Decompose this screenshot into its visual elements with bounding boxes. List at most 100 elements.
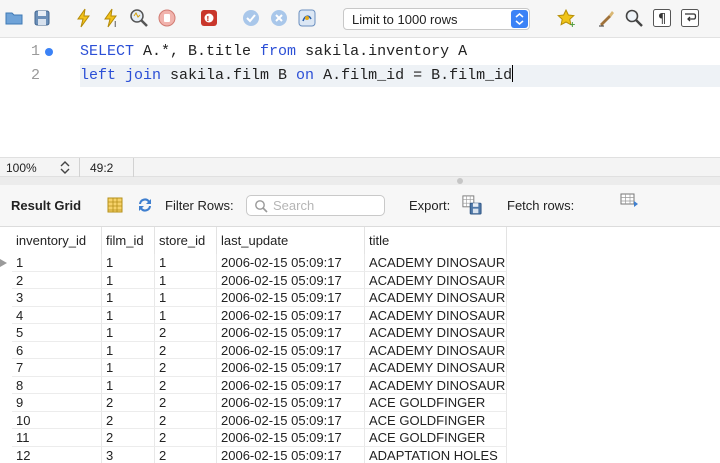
- cell-inventory-id[interactable]: 7: [12, 359, 102, 377]
- table-row[interactable]: 10 2 2 2006-02-15 05:09:17 ACE GOLDFINGER: [0, 411, 720, 429]
- refresh-icon[interactable]: [135, 195, 155, 215]
- table-row[interactable]: 6 1 2 2006-02-15 05:09:17 ACADEMY DINOSAUR: [0, 341, 720, 359]
- table-row[interactable]: 7 1 2 2006-02-15 05:09:17 ACADEMY DINOSAUR: [0, 359, 720, 377]
- cell-film-id[interactable]: 1: [102, 324, 155, 342]
- cell-last-update[interactable]: 2006-02-15 05:09:17: [217, 306, 365, 324]
- grid-view-icon[interactable]: [105, 195, 125, 215]
- cell-last-update[interactable]: 2006-02-15 05:09:17: [217, 411, 365, 429]
- cell-inventory-id[interactable]: 6: [12, 341, 102, 359]
- cell-title[interactable]: ACADEMY DINOSAUR: [365, 324, 507, 342]
- cell-last-update[interactable]: 2006-02-15 05:09:17: [217, 394, 365, 412]
- commit-icon[interactable]: [241, 8, 261, 28]
- column-header-store-id[interactable]: store_id: [155, 227, 217, 254]
- toggle-error-icon[interactable]: !: [199, 8, 219, 28]
- column-header-title[interactable]: title: [365, 227, 507, 254]
- explain-icon[interactable]: [129, 8, 149, 28]
- sql-editor[interactable]: 1 SELECT A.*, B.title from sakila.invent…: [0, 38, 720, 157]
- cell-film-id[interactable]: 1: [102, 376, 155, 394]
- cell-film-id[interactable]: 1: [102, 271, 155, 289]
- cell-film-id[interactable]: 1: [102, 341, 155, 359]
- filter-search-input[interactable]: Search: [246, 195, 385, 216]
- cell-title[interactable]: ADAPTATION HOLES: [365, 446, 507, 463]
- cell-last-update[interactable]: 2006-02-15 05:09:17: [217, 271, 365, 289]
- find-icon[interactable]: [624, 8, 644, 28]
- save-icon[interactable]: [32, 8, 52, 28]
- column-header-film-id[interactable]: film_id: [102, 227, 155, 254]
- cell-store-id[interactable]: 2: [155, 446, 217, 463]
- zoom-stepper-icon[interactable]: [58, 160, 72, 175]
- cell-last-update[interactable]: 2006-02-15 05:09:17: [217, 289, 365, 307]
- cell-film-id[interactable]: 1: [102, 289, 155, 307]
- cell-title[interactable]: ACADEMY DINOSAUR: [365, 289, 507, 307]
- cell-title[interactable]: ACE GOLDFINGER: [365, 394, 507, 412]
- execute-icon[interactable]: [74, 8, 94, 28]
- cell-inventory-id[interactable]: 5: [12, 324, 102, 342]
- cell-title[interactable]: ACADEMY DINOSAUR: [365, 341, 507, 359]
- cell-title[interactable]: ACADEMY DINOSAUR: [365, 359, 507, 377]
- editor-line-2[interactable]: 2 left join sakila.film B on A.film_id =…: [0, 65, 720, 87]
- cell-store-id[interactable]: 2: [155, 376, 217, 394]
- cell-last-update[interactable]: 2006-02-15 05:09:17: [217, 341, 365, 359]
- cell-title[interactable]: ACADEMY DINOSAUR: [365, 376, 507, 394]
- table-row[interactable]: 12 3 2 2006-02-15 05:09:17 ADAPTATION HOLES: [0, 446, 720, 463]
- word-wrap-icon[interactable]: [680, 8, 700, 28]
- cell-store-id[interactable]: 1: [155, 306, 217, 324]
- cell-title[interactable]: ACADEMY DINOSAUR: [365, 271, 507, 289]
- splitter-handle-icon[interactable]: [457, 178, 463, 184]
- cell-film-id[interactable]: 1: [102, 254, 155, 272]
- table-row[interactable]: 4 1 1 2006-02-15 05:09:17 ACADEMY DINOSAUR: [0, 306, 720, 324]
- cell-store-id[interactable]: 2: [155, 341, 217, 359]
- cell-last-update[interactable]: 2006-02-15 05:09:17: [217, 376, 365, 394]
- stop-icon[interactable]: [157, 8, 177, 28]
- execute-current-icon[interactable]: I: [101, 8, 121, 28]
- cell-store-id[interactable]: 2: [155, 429, 217, 447]
- cell-store-id[interactable]: 1: [155, 289, 217, 307]
- code-text[interactable]: SELECT A.*, B.title from sakila.inventor…: [80, 41, 467, 63]
- cell-store-id[interactable]: 2: [155, 411, 217, 429]
- cell-film-id[interactable]: 2: [102, 394, 155, 412]
- cell-inventory-id[interactable]: 4: [12, 306, 102, 324]
- pane-splitter[interactable]: [0, 177, 720, 185]
- cell-film-id[interactable]: 1: [102, 306, 155, 324]
- table-row[interactable]: 1 1 1 2006-02-15 05:09:17 ACADEMY DINOSAUR: [0, 254, 720, 272]
- table-row[interactable]: 8 1 2 2006-02-15 05:09:17 ACADEMY DINOSAUR: [0, 376, 720, 394]
- column-header-last-update[interactable]: last_update: [217, 227, 365, 254]
- cell-inventory-id[interactable]: 12: [12, 446, 102, 463]
- cell-film-id[interactable]: 3: [102, 446, 155, 463]
- cell-inventory-id[interactable]: 11: [12, 429, 102, 447]
- cell-inventory-id[interactable]: 10: [12, 411, 102, 429]
- beautify-icon[interactable]: [597, 8, 617, 28]
- cell-inventory-id[interactable]: 9: [12, 394, 102, 412]
- open-folder-icon[interactable]: [4, 8, 24, 28]
- cell-last-update[interactable]: 2006-02-15 05:09:17: [217, 359, 365, 377]
- limit-rows-select[interactable]: Limit to 1000 rows: [343, 8, 530, 30]
- code-text[interactable]: left join sakila.film B on A.film_id = B…: [80, 65, 514, 87]
- fetch-rows-icon[interactable]: [620, 193, 640, 213]
- cell-inventory-id[interactable]: 3: [12, 289, 102, 307]
- table-row[interactable]: 2 1 1 2006-02-15 05:09:17 ACADEMY DINOSAUR: [0, 271, 720, 289]
- cell-store-id[interactable]: 2: [155, 359, 217, 377]
- cell-film-id[interactable]: 2: [102, 411, 155, 429]
- cell-inventory-id[interactable]: 8: [12, 376, 102, 394]
- cell-film-id[interactable]: 1: [102, 359, 155, 377]
- rollback-icon[interactable]: [269, 8, 289, 28]
- cell-title[interactable]: ACE GOLDFINGER: [365, 411, 507, 429]
- editor-line-1[interactable]: 1 SELECT A.*, B.title from sakila.invent…: [0, 41, 720, 63]
- cell-title[interactable]: ACADEMY DINOSAUR: [365, 306, 507, 324]
- export-icon[interactable]: [462, 195, 484, 217]
- cell-title[interactable]: ACE GOLDFINGER: [365, 429, 507, 447]
- column-header-inventory-id[interactable]: inventory_id: [12, 227, 102, 254]
- bookmark-icon[interactable]: +: [556, 8, 576, 28]
- result-grid[interactable]: inventory_id film_id store_id last_updat…: [0, 227, 720, 463]
- cell-inventory-id[interactable]: 2: [12, 271, 102, 289]
- cell-inventory-id[interactable]: 1: [12, 254, 102, 272]
- cell-last-update[interactable]: 2006-02-15 05:09:17: [217, 446, 365, 463]
- cell-store-id[interactable]: 1: [155, 254, 217, 272]
- cell-last-update[interactable]: 2006-02-15 05:09:17: [217, 254, 365, 272]
- invisible-chars-icon[interactable]: ¶: [652, 8, 672, 28]
- cell-store-id[interactable]: 2: [155, 324, 217, 342]
- table-row[interactable]: 9 2 2 2006-02-15 05:09:17 ACE GOLDFINGER: [0, 394, 720, 412]
- cell-film-id[interactable]: 2: [102, 429, 155, 447]
- autocommit-icon[interactable]: [297, 8, 317, 28]
- cell-store-id[interactable]: 2: [155, 394, 217, 412]
